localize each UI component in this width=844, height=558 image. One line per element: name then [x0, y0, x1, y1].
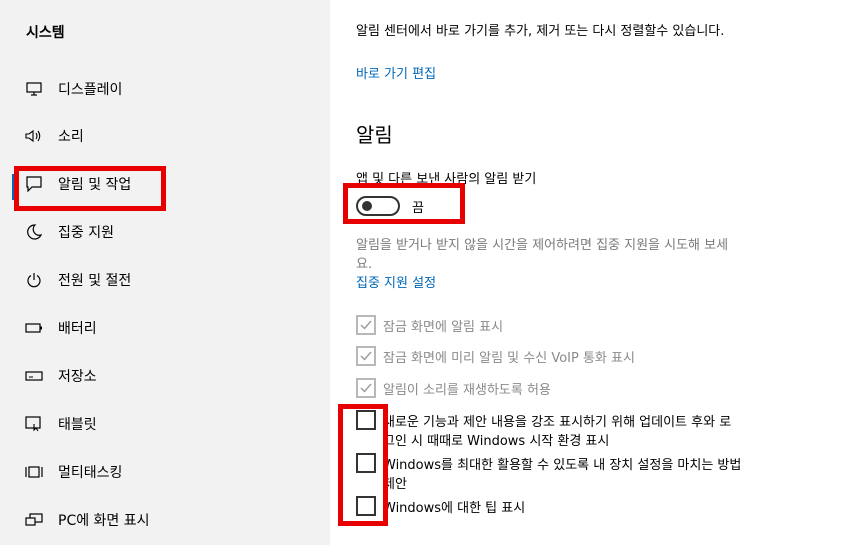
- sidebar-item-label: 디스플레이: [58, 82, 123, 98]
- section-title-notifications: 알림: [356, 123, 393, 147]
- checkbox-label: 새로운 기능과 제안 내용을 강조 표시하기 위해 업데이트 후와 로: [383, 415, 732, 430]
- storage-icon: [25, 367, 43, 385]
- multitasking-icon: [25, 463, 43, 481]
- checkbox-label: Windows에 대한 팁 표시: [383, 501, 526, 516]
- monitor-icon: [25, 80, 43, 98]
- checkbox-label: Windows를 최대한 활용할 수 있도록 내 장치 설정을 마치는 방법: [383, 458, 742, 473]
- checkbox-label-cont: 제안: [383, 477, 407, 492]
- edit-shortcuts-link[interactable]: 바로 가기 편집: [356, 63, 436, 82]
- main-content: 알림 센터에서 바로 가기를 추가, 제거 또는 다시 정렬할수 있습니다. 바…: [330, 0, 844, 558]
- sidebar-item-label: PC에 화면 표시: [58, 513, 150, 529]
- focus-assist-description: 알림을 받거나 받지 않을 시간을 제어하려면 집중 지원을 시도해 보세: [356, 238, 729, 253]
- project-icon: [25, 511, 43, 529]
- notification-sounds-checkbox[interactable]: [356, 378, 376, 398]
- sidebar: 시스템 디스플레이 소리 알림 및 작업 집중 지원 전원 및 절전 배터리 저…: [0, 0, 330, 545]
- active-indicator: [12, 174, 16, 200]
- get-notifications-label: 앱 및 다른 보낸 사람의 알림 받기: [356, 172, 537, 187]
- sidebar-item-label: 소리: [58, 129, 84, 145]
- sidebar-item-display[interactable]: 디스플레이: [0, 66, 330, 112]
- moon-icon: [25, 223, 43, 241]
- sidebar-item-label: 전원 및 절전: [58, 273, 132, 289]
- sidebar-item-power[interactable]: 전원 및 절전: [0, 257, 330, 303]
- checkbox-label: 잠금 화면에 알림 표시: [383, 320, 504, 335]
- sidebar-item-tablet[interactable]: 태블릿: [0, 401, 330, 447]
- sidebar-item-multitasking[interactable]: 멀티태스킹: [0, 449, 330, 495]
- checkmark-icon: [360, 320, 372, 330]
- focus-assist-description-cont: 요.: [356, 257, 373, 272]
- sidebar-item-battery[interactable]: 배터리: [0, 305, 330, 351]
- sidebar-item-sound[interactable]: 소리: [0, 113, 330, 159]
- sidebar-item-label: 알림 및 작업: [58, 177, 132, 193]
- toggle-knob: [362, 201, 372, 211]
- welcome-experience-checkbox[interactable]: [356, 410, 376, 430]
- tablet-icon: [25, 415, 43, 433]
- checkbox-label-cont: 그인 시 때때로 Windows 시작 환경 표시: [383, 434, 610, 449]
- lock-screen-notifications-checkbox[interactable]: [356, 315, 376, 335]
- sidebar-item-label: 태블릿: [58, 417, 97, 433]
- toggle-state-label: 끔: [412, 201, 424, 216]
- checkmark-icon: [360, 351, 372, 361]
- sidebar-item-label: 멀티태스킹: [58, 465, 123, 481]
- finish-setup-suggestions-checkbox[interactable]: [356, 453, 376, 473]
- sidebar-item-notifications[interactable]: 알림 및 작업: [0, 161, 330, 207]
- sidebar-item-project[interactable]: PC에 화면 표시: [0, 497, 330, 543]
- sidebar-title: 시스템: [26, 25, 65, 41]
- sidebar-item-focus-assist[interactable]: 집중 지원: [0, 209, 330, 255]
- sidebar-item-label: 집중 지원: [58, 225, 114, 241]
- checkmark-icon: [360, 383, 372, 393]
- sidebar-item-storage[interactable]: 저장소: [0, 353, 330, 399]
- sidebar-item-label: 배터리: [58, 321, 97, 337]
- checkbox-label: 알림이 소리를 재생하도록 허용: [383, 383, 551, 398]
- windows-tips-checkbox[interactable]: [356, 496, 376, 516]
- lock-screen-reminders-checkbox[interactable]: [356, 346, 376, 366]
- power-icon: [25, 271, 43, 289]
- sidebar-item-label: 저장소: [58, 369, 97, 385]
- speaker-icon: [25, 127, 43, 145]
- battery-icon: [25, 319, 43, 337]
- intro-text: 알림 센터에서 바로 가기를 추가, 제거 또는 다시 정렬할수 있습니다.: [356, 24, 725, 39]
- checkbox-label: 잠금 화면에 미리 알림 및 수신 VoIP 통화 표시: [383, 351, 635, 366]
- notifications-toggle[interactable]: [356, 196, 400, 216]
- notification-icon: [25, 175, 43, 193]
- focus-assist-settings-link[interactable]: 집중 지원 설정: [356, 272, 436, 291]
